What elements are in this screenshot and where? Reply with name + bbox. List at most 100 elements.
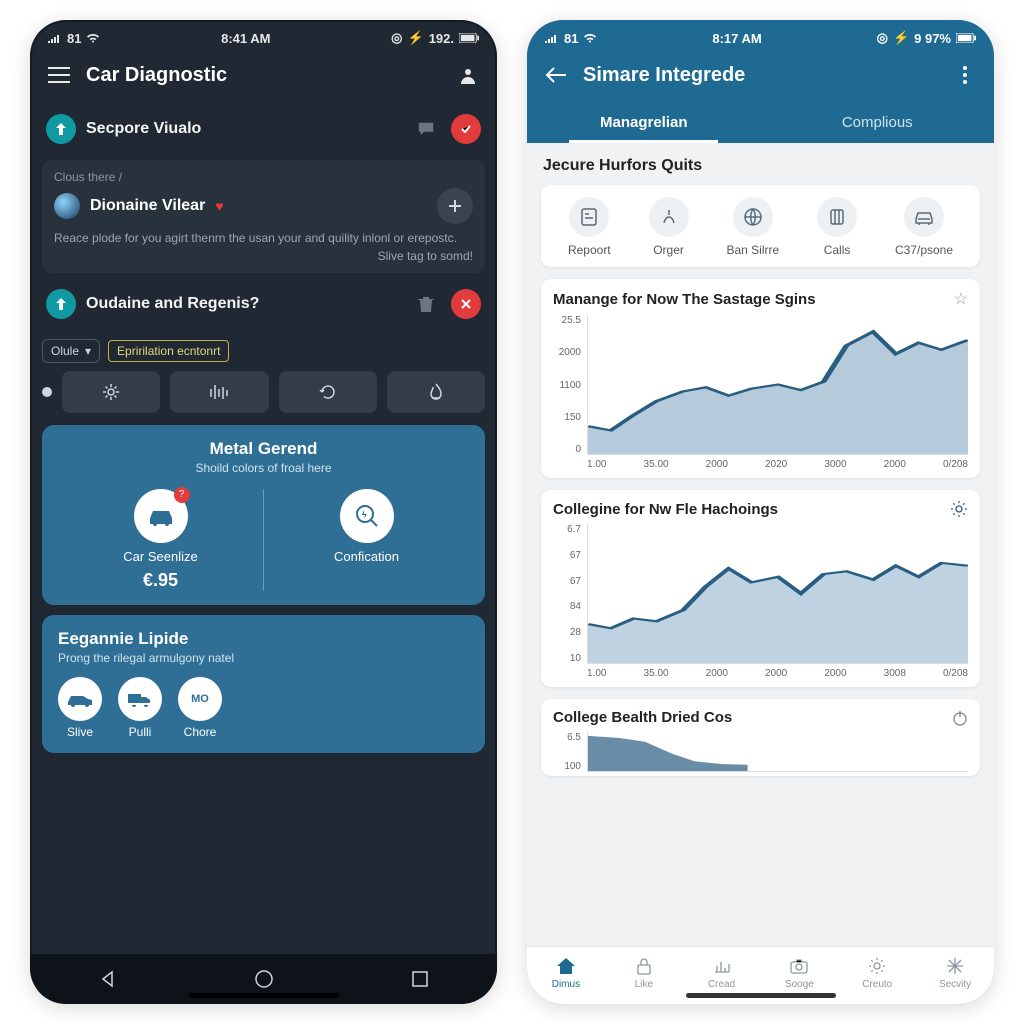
metal-card: Metal Gerend Shoild colors of froal here… (42, 425, 485, 605)
nav-recent-icon[interactable] (412, 971, 428, 987)
bn-secvity[interactable]: Secvity (916, 955, 994, 990)
action-label: C37/psone (895, 243, 953, 257)
arrow-up-icon (46, 289, 76, 319)
chart-card-1[interactable]: Manange for Now The Sastage Sgins ☆ 25.5… (541, 279, 980, 478)
action-ban[interactable]: Ban Silrre (726, 197, 779, 257)
content-area: Secpore Viualo Clous there / Dionaine Vi… (30, 104, 497, 954)
chat-mo-icon: MO (178, 677, 222, 721)
lipide-item-2[interactable]: Pulli (118, 677, 162, 739)
action-report[interactable]: Repoort (568, 197, 611, 257)
back-icon[interactable] (541, 60, 571, 90)
lipide-item-3[interactable]: MO Chore (178, 677, 222, 739)
tool-row (42, 371, 485, 413)
chart3-plot (587, 732, 968, 772)
app-title: Simare Integrede (583, 64, 938, 87)
action-orger[interactable]: Orger (649, 197, 689, 257)
app-bar: Simare Integrede (527, 52, 994, 104)
lipide-item-1[interactable]: Slive (58, 677, 102, 739)
action-calls[interactable]: Calls (817, 197, 857, 257)
truck-icon (118, 677, 162, 721)
phone-dark: 81 8:41 AM ◎ ⚡ 192. Car Diagnostic (30, 20, 497, 1004)
tool-gear-icon[interactable] (62, 371, 160, 413)
profile-name: Dionaine Vilear (90, 197, 205, 215)
status-left-text: 81 (564, 31, 578, 46)
bn-cread[interactable]: Cread (683, 955, 761, 990)
bn-creuto[interactable]: Creuto (838, 955, 916, 990)
chart-icon (711, 955, 733, 977)
kebab-icon[interactable] (950, 60, 980, 90)
chart-card-2[interactable]: Collegine for Nw Fle Hachoings 6.7 67 67… (541, 490, 980, 687)
chip-filter[interactable]: Epririlation ecntonrt (108, 340, 229, 362)
chart3-yaxis: 6.5 100 (553, 732, 587, 772)
action-label: Ban Silrre (726, 243, 779, 257)
close-icon[interactable] (451, 114, 481, 144)
bn-dimus[interactable]: Dimus (527, 955, 605, 990)
section-header: Jecure Hurfors Quits (527, 143, 994, 185)
signal-icon (545, 33, 559, 43)
tool-refresh-icon[interactable] (279, 371, 377, 413)
target-icon: ◎ (877, 30, 888, 46)
chart2-xaxis: 1.00 35.00 2000 2000 2000 3008 0/208 (587, 668, 968, 679)
wifi-icon (86, 33, 100, 43)
action-row: Repoort Orger Ban Silrre Calls C37/psone (541, 185, 980, 267)
tool-flame-icon[interactable] (387, 371, 485, 413)
power-icon[interactable] (952, 710, 968, 726)
camera-icon (788, 955, 810, 977)
tab-complious[interactable]: Complious (761, 104, 995, 143)
bn-sooge[interactable]: Sooge (760, 955, 838, 990)
action-label: Repoort (568, 243, 611, 257)
metal-title: Metal Gerend (58, 439, 469, 459)
indicator-dot (42, 387, 52, 397)
bn-like[interactable]: Like (605, 955, 683, 990)
chevron-down-icon: ▾ (85, 344, 91, 358)
metal-col-2[interactable]: Confication (263, 489, 469, 591)
car-front-icon (904, 197, 944, 237)
chat-icon[interactable] (411, 114, 441, 144)
profile-desc2: Slive tag to somd! (54, 249, 473, 263)
content-area: Jecure Hurfors Quits Repoort Orger Ban S… (527, 143, 994, 946)
orger-icon (649, 197, 689, 237)
nav-home-icon[interactable] (254, 969, 274, 989)
chart-card-3[interactable]: College Bealth Dried Cos 6.5 100 (541, 699, 980, 776)
status-batt: 9 97% (914, 31, 951, 46)
star-icon[interactable]: ☆ (954, 289, 968, 309)
lipide-lab-1: Slive (67, 725, 93, 739)
lock-icon (633, 955, 655, 977)
status-left-text: 81 (67, 31, 81, 46)
tab-managrelian[interactable]: Managrelian (527, 104, 761, 143)
chart1-xaxis: 1.00 35.00 2000 2020 3000 2000 0/208 (587, 459, 968, 470)
calls-icon (817, 197, 857, 237)
add-icon[interactable] (437, 188, 473, 224)
metal-col-1[interactable]: ? Car Seenlize €.95 (58, 489, 263, 591)
tool-wave-icon[interactable] (170, 371, 268, 413)
action-c37[interactable]: C37/psone (895, 197, 953, 257)
heart-icon[interactable]: ♥ (215, 198, 223, 214)
phone-light: 81 8:17 AM ◎ ⚡ 9 97% Simare Integrede (527, 20, 994, 1004)
menu-icon[interactable] (44, 60, 74, 90)
search-bolt-icon (340, 489, 394, 543)
arrow-up-icon (46, 114, 76, 144)
home-indicator (686, 993, 836, 998)
nav-back-icon[interactable] (99, 970, 117, 988)
lipide-title: Eegannie Lipide (58, 629, 469, 649)
list-row-1[interactable]: Secpore Viualo (42, 104, 485, 154)
trash-icon[interactable] (411, 289, 441, 319)
chart1-yaxis: 25.5 2000 1100 150 0 (553, 315, 587, 455)
list-row-2[interactable]: Oudaine and Regenis? (42, 279, 485, 329)
row1-title: Secpore Viualo (86, 120, 401, 138)
gear-icon[interactable] (950, 500, 968, 518)
status-time: 8:41 AM (221, 31, 270, 46)
report-icon (569, 197, 609, 237)
chart1-plot (587, 315, 968, 455)
status-bar: 81 8:41 AM ◎ ⚡ 192. (30, 20, 497, 52)
target-icon: ◎ (391, 30, 402, 46)
close-icon[interactable] (451, 289, 481, 319)
car-icon: ? (134, 489, 188, 543)
bolt-icon: ⚡ (408, 30, 424, 46)
profile-card: Clous there / Dionaine Vilear ♥ Reace pl… (42, 160, 485, 273)
status-time: 8:17 AM (712, 31, 761, 46)
avatar[interactable] (54, 193, 80, 219)
app-title: Car Diagnostic (86, 64, 441, 87)
user-icon[interactable] (453, 60, 483, 90)
select-dropdown[interactable]: Olule ▾ (42, 339, 100, 363)
